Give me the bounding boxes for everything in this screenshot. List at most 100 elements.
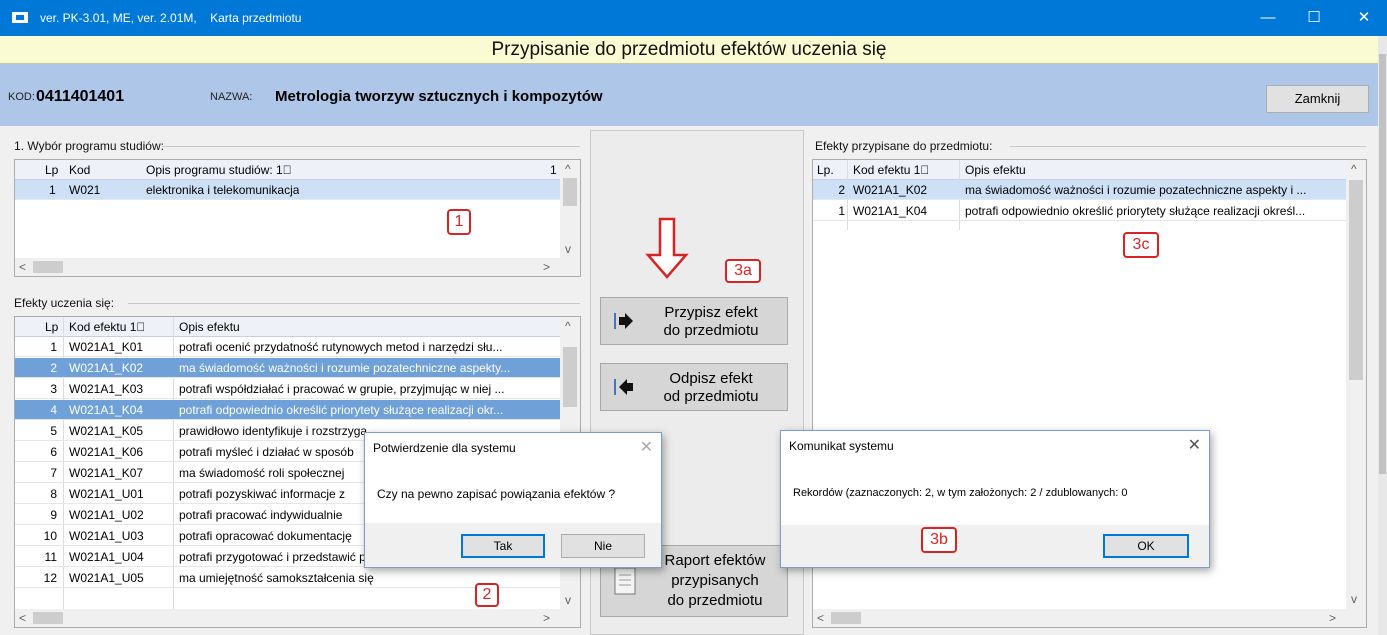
- outcome-kod: W021A1_U03: [69, 529, 144, 543]
- scroll-down-icon[interactable]: v: [565, 593, 571, 607]
- programs-vscroll[interactable]: ^ v: [560, 160, 580, 258]
- maximize-button[interactable]: ☐: [1291, 0, 1337, 36]
- outcome-kod: W021A1_U04: [69, 550, 144, 564]
- assigned-hscroll-thumb[interactable]: [831, 612, 861, 624]
- scroll-left-icon[interactable]: <: [817, 611, 824, 625]
- scroll-right-icon[interactable]: >: [1329, 611, 1336, 625]
- kod-value: 0411401401: [36, 88, 125, 105]
- assigned-opis: ma świadomość ważności i rozumie pozatec…: [965, 183, 1307, 197]
- assigned-vscroll[interactable]: ^ v: [1346, 160, 1366, 609]
- close-window-button[interactable]: ✕: [1341, 0, 1387, 36]
- scroll-left-icon[interactable]: <: [19, 611, 26, 625]
- col-kod-efektu[interactable]: Kod efektu 1⃣: [853, 160, 929, 180]
- col-extra[interactable]: 1: [550, 160, 557, 180]
- col-opis-efektu[interactable]: Opis efektu: [179, 317, 240, 337]
- confirm-message: Czy na pewno zapisać powiązania efektów …: [377, 487, 616, 501]
- assigned-divider: [1010, 146, 1366, 147]
- col-lp[interactable]: Lp: [45, 317, 58, 337]
- outcome-row[interactable]: 3 W021A1_K03 potrafi współdziałać i pracow…: [15, 379, 560, 399]
- outcomes-hscroll-thumb[interactable]: [33, 612, 63, 624]
- programs-vscroll-thumb[interactable]: [563, 178, 577, 206]
- programs-divider: [162, 146, 580, 147]
- scroll-left-icon[interactable]: <: [19, 260, 26, 274]
- programs-grid[interactable]: Lp Kod Opis programu studiów: 1⃣ 1 1 W02…: [14, 159, 581, 277]
- outcome-lp: 9: [50, 508, 57, 522]
- outcome-lp: 7: [50, 466, 57, 480]
- scroll-right-icon[interactable]: >: [543, 260, 550, 274]
- page-banner: Przypisanie do przedmiotu efektów uczeni…: [0, 36, 1378, 64]
- outcome-lp: 2: [50, 361, 57, 375]
- scroll-up-icon[interactable]: ^: [565, 319, 571, 333]
- assigned-vscroll-thumb[interactable]: [1349, 180, 1363, 380]
- col-lp[interactable]: Lp.: [817, 160, 834, 180]
- no-button[interactable]: Nie: [561, 534, 645, 558]
- window-title: ver. PK-3.01, ME, ver. 2.01M, Karta prze…: [40, 11, 302, 25]
- close-button[interactable]: Zamknij: [1266, 85, 1369, 113]
- outcomes-group-label: Efekty uczenia się:: [14, 296, 115, 310]
- col-opis-programu[interactable]: Opis programu studiów: 1⃣: [146, 160, 292, 180]
- close-icon[interactable]: ✕: [1188, 431, 1201, 461]
- report-document-icon: [614, 567, 636, 595]
- nazwa-label: NAZWA:: [210, 91, 253, 103]
- outcomes-grid-header: Lp Kod efektu 1⃣ Opis efektu: [15, 317, 560, 337]
- program-row[interactable]: 1 W021 elektronika i telekomunikacja: [15, 180, 560, 200]
- minimize-button[interactable]: —: [1245, 0, 1291, 36]
- outcome-lp: 6: [50, 445, 57, 459]
- marker-3b: 3b: [921, 527, 957, 553]
- info-dialog: Komunikat systemu ✕ Rekordów (zaznaczony…: [780, 430, 1210, 568]
- program-opis: elektronika i telekomunikacja: [146, 183, 300, 197]
- report-label-1: Raport efektów: [664, 552, 766, 569]
- outcome-lp: 1: [50, 340, 57, 354]
- assign-arrow-icon: [614, 313, 633, 329]
- outcome-row[interactable]: 2 W021A1_K02 ma świadomość ważności i rozu…: [15, 358, 560, 378]
- confirm-dialog-footer: Tak Nie: [365, 523, 661, 567]
- scroll-right-icon[interactable]: >: [543, 611, 550, 625]
- assigned-lp: 1: [838, 204, 845, 218]
- assigned-row[interactable]: 2 W021A1_K02 ma świadomość ważności i ro…: [813, 180, 1346, 200]
- scroll-up-icon[interactable]: ^: [1351, 162, 1357, 176]
- down-arrow-icon: [645, 217, 689, 279]
- outcome-kod: W021A1_U01: [69, 487, 144, 501]
- yes-button[interactable]: Tak: [461, 534, 545, 558]
- program-lp: 1: [49, 183, 56, 197]
- col-lp[interactable]: Lp: [45, 160, 58, 180]
- assign-label-1: Przypisz efekt: [664, 304, 758, 321]
- outcome-kod: W021A1_U02: [69, 508, 144, 522]
- outcome-lp: 10: [43, 529, 57, 543]
- outcomes-hscroll[interactable]: < >: [15, 609, 580, 627]
- info-message: Rekordów (zaznaczonych: 2, w tym założon…: [793, 487, 1128, 499]
- assigned-grid-header: Lp. Kod efektu 1⃣ Opis efektu: [813, 160, 1346, 180]
- outcome-opis: potrafi ocenić przydatność rutynowych me…: [179, 340, 503, 354]
- outcome-kod: W021A1_K06: [69, 445, 144, 459]
- scroll-down-icon[interactable]: v: [565, 242, 571, 256]
- close-icon[interactable]: ✕: [640, 433, 653, 463]
- scroll-down-icon[interactable]: v: [1351, 592, 1357, 606]
- scroll-up-icon[interactable]: ^: [565, 162, 571, 176]
- marker-3a: 3a: [725, 259, 761, 283]
- outcomes-vscroll-thumb[interactable]: [563, 347, 577, 407]
- programs-hscroll[interactable]: < >: [15, 258, 580, 276]
- assign-label-2: do przedmiotu: [663, 322, 759, 339]
- programs-hscroll-thumb[interactable]: [33, 261, 63, 273]
- col-kod-efektu[interactable]: Kod efektu 1⃣: [69, 317, 145, 337]
- assigned-opis: potrafi odpowiednio określić priorytety …: [965, 204, 1306, 218]
- outcome-lp: 11: [44, 550, 57, 564]
- assigned-hscroll[interactable]: < >: [813, 609, 1366, 627]
- confirm-dialog: Potwierdzenie dla systemu ✕ Czy na pewno…: [364, 432, 662, 568]
- col-opis-efektu[interactable]: Opis efektu: [965, 160, 1026, 180]
- outcome-lp: 12: [43, 571, 57, 585]
- outcome-kod: W021A1_K05: [69, 424, 144, 438]
- page-scrollbar-thumb[interactable]: [1379, 54, 1386, 474]
- col-kod[interactable]: Kod: [69, 160, 90, 180]
- marker-2: 2: [475, 583, 499, 607]
- assigned-row[interactable]: 1 W021A1_K04 potrafi odpowiednio określi…: [813, 201, 1346, 221]
- unassign-outcome-button[interactable]: Odpisz efekt od przedmiotu: [600, 363, 788, 411]
- unassign-label-1: Odpisz efekt: [669, 370, 753, 387]
- outcome-kod: W021A1_K03: [69, 382, 144, 396]
- outcome-row[interactable]: 1 W021A1_K01 potrafi ocenić przydatność ru…: [15, 337, 560, 357]
- outcome-row[interactable]: 4 W021A1_K04 potrafi odpowiednio określić …: [15, 400, 560, 420]
- assign-outcome-button[interactable]: Przypisz efekt do przedmiotu: [600, 297, 788, 345]
- ok-button[interactable]: OK: [1103, 534, 1189, 558]
- page-scrollbar[interactable]: [1378, 36, 1387, 635]
- outcome-kod: W021A1_U05: [69, 571, 144, 585]
